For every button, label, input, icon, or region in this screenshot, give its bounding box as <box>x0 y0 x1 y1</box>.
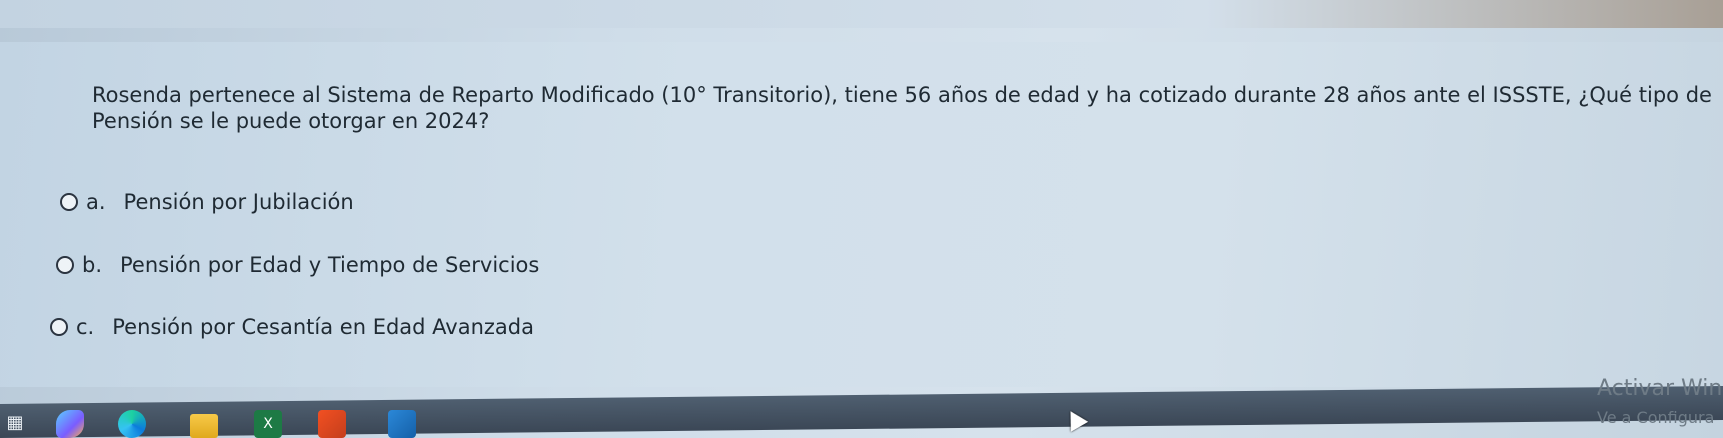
copilot-icon[interactable] <box>56 410 84 438</box>
option-letter: a. <box>86 190 106 214</box>
activation-watermark-subtitle: Ve a Configura <box>1597 408 1715 427</box>
option-b[interactable]: b. Pensión por Edad y Tiempo de Servicio… <box>56 253 539 277</box>
office-icon[interactable] <box>318 410 346 438</box>
start-icon[interactable]: ▦ <box>4 412 26 434</box>
radio-option-b[interactable] <box>56 256 74 274</box>
option-letter: b. <box>82 253 103 277</box>
mail-icon[interactable] <box>388 410 416 438</box>
window-top-strip <box>0 0 1723 28</box>
option-label: Pensión por Cesantía en Edad Avanzada <box>112 315 534 339</box>
file-explorer-icon[interactable] <box>190 414 218 438</box>
option-c[interactable]: c. Pensión por Cesantía en Edad Avanzada <box>50 315 534 339</box>
radio-option-c[interactable] <box>50 318 68 336</box>
question-text: Rosenda pertenece al Sistema de Reparto … <box>92 80 1712 136</box>
option-label: Pensión por Edad y Tiempo de Servicios <box>120 253 540 277</box>
activation-watermark-title: Activar Win <box>1597 376 1723 401</box>
option-letter: c. <box>76 315 95 339</box>
screen: Rosenda pertenece al Sistema de Reparto … <box>0 0 1723 438</box>
option-label: Pensión por Jubilación <box>123 190 354 214</box>
radio-option-a[interactable] <box>60 193 78 211</box>
question-line-2: Pensión se le puede otorgar en 2024? <box>92 109 490 133</box>
option-a[interactable]: a. Pensión por Jubilación <box>60 190 354 214</box>
excel-icon[interactable]: X <box>254 410 282 438</box>
edge-icon[interactable] <box>118 410 146 438</box>
